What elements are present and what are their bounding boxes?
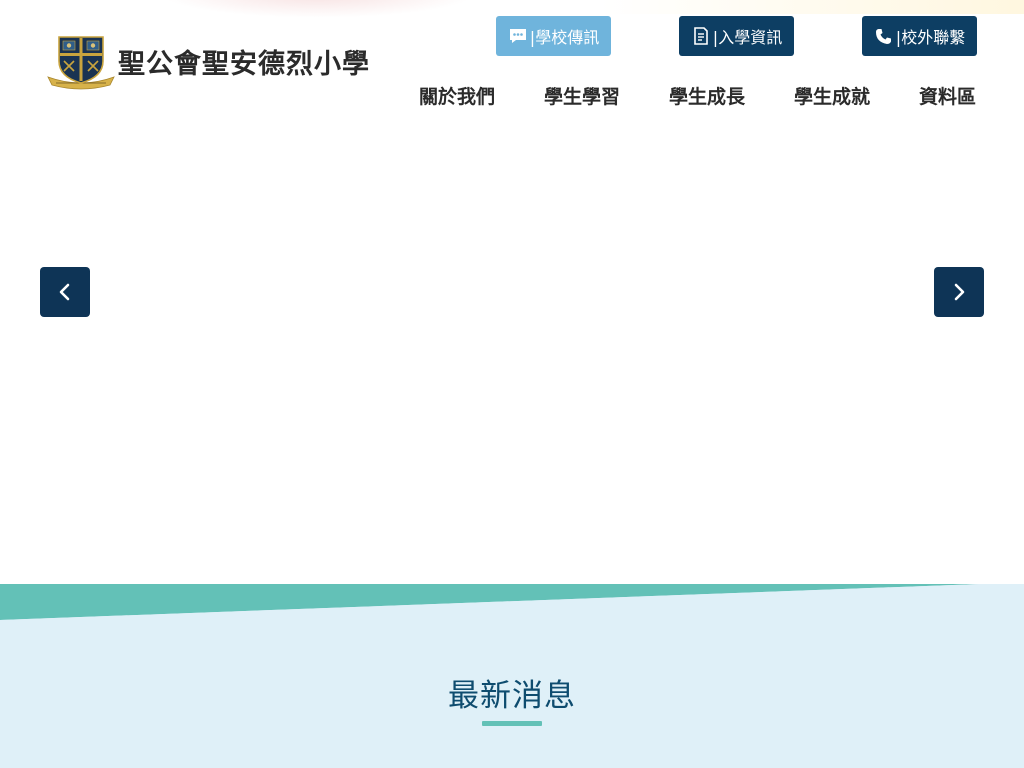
external-contact-label: |校外聯繫 [895, 28, 966, 47]
school-news-label: |學校傳訊 [529, 28, 600, 47]
school-news-button[interactable]: |學校傳訊 [496, 16, 611, 56]
nav-item-resources[interactable]: 資料區 [919, 82, 976, 108]
chevron-right-icon [954, 283, 965, 301]
site-header: 聖公會聖安德烈小學 |學校傳訊 |入學資訊 |校外聯繫 關於我們 學生學習 學生… [0, 0, 1024, 130]
news-title-underline [482, 721, 542, 726]
hero-carousel [0, 130, 1024, 584]
external-contact-button[interactable]: |校外聯繫 [862, 16, 977, 56]
phone-icon [874, 26, 894, 46]
carousel-prev-button[interactable] [40, 267, 90, 317]
news-section-title: 最新消息 [448, 678, 576, 714]
latest-news-section: 最新消息 [0, 584, 1024, 768]
carousel-next-button[interactable] [934, 267, 984, 317]
chevron-left-icon [59, 283, 70, 301]
school-crest-icon [47, 36, 115, 90]
news-section-divider [0, 584, 1024, 624]
nav-item-about-us[interactable]: 關於我們 [419, 82, 495, 108]
page: 聖公會聖安德烈小學 |學校傳訊 |入學資訊 |校外聯繫 關於我們 學生學習 學生… [0, 0, 1024, 768]
nav-item-student-achievements[interactable]: 學生成就 [794, 82, 870, 108]
message-icon [508, 26, 528, 46]
admission-info-label: |入學資訊 [712, 28, 783, 47]
school-name[interactable]: 聖公會聖安德烈小學 [118, 42, 370, 81]
school-logo[interactable] [46, 33, 116, 91]
admission-info-button[interactable]: |入學資訊 [679, 16, 794, 56]
nav-item-student-growth[interactable]: 學生成長 [669, 82, 745, 108]
nav-item-student-learning[interactable]: 學生學習 [544, 82, 620, 108]
document-icon [691, 26, 711, 46]
